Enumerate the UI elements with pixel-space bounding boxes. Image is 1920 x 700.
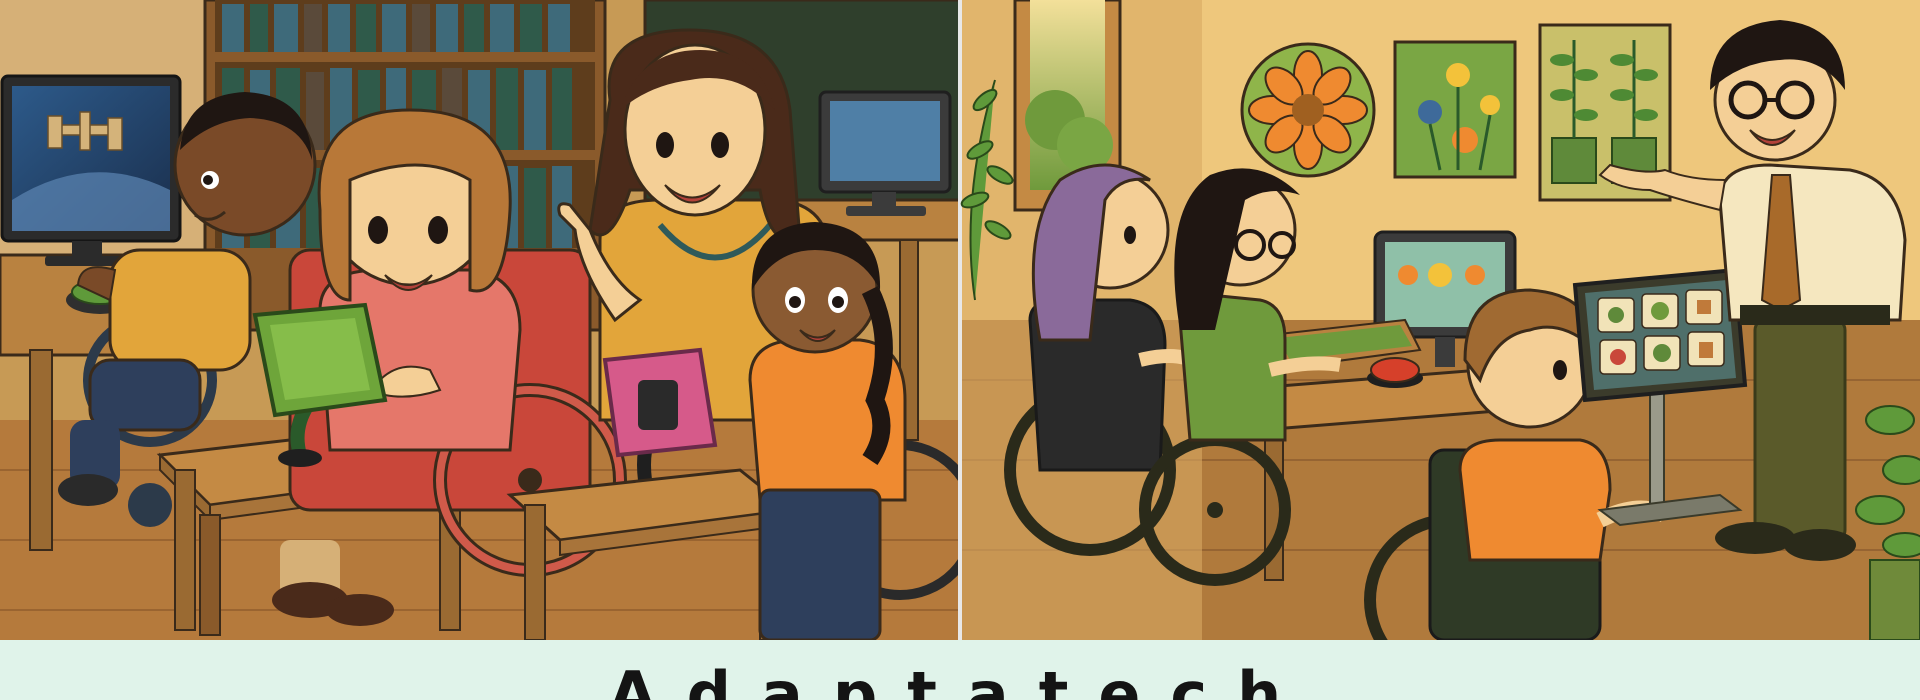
caption-banner: Adaptatech bbox=[0, 640, 1920, 700]
red-switch-button-icon bbox=[1370, 357, 1420, 383]
computer-monitor-space-station bbox=[0, 74, 182, 266]
wall-art-flower-circle bbox=[1240, 42, 1376, 178]
right-panel-classroom bbox=[960, 0, 1920, 640]
panel-divider bbox=[958, 0, 962, 640]
caption-title: Adaptatech bbox=[608, 658, 1312, 700]
illustration-frame bbox=[0, 0, 1920, 700]
wall-art-flowers-poster bbox=[1393, 40, 1517, 179]
left-panel-classroom bbox=[0, 0, 980, 640]
illustration-art bbox=[0, 0, 1920, 640]
